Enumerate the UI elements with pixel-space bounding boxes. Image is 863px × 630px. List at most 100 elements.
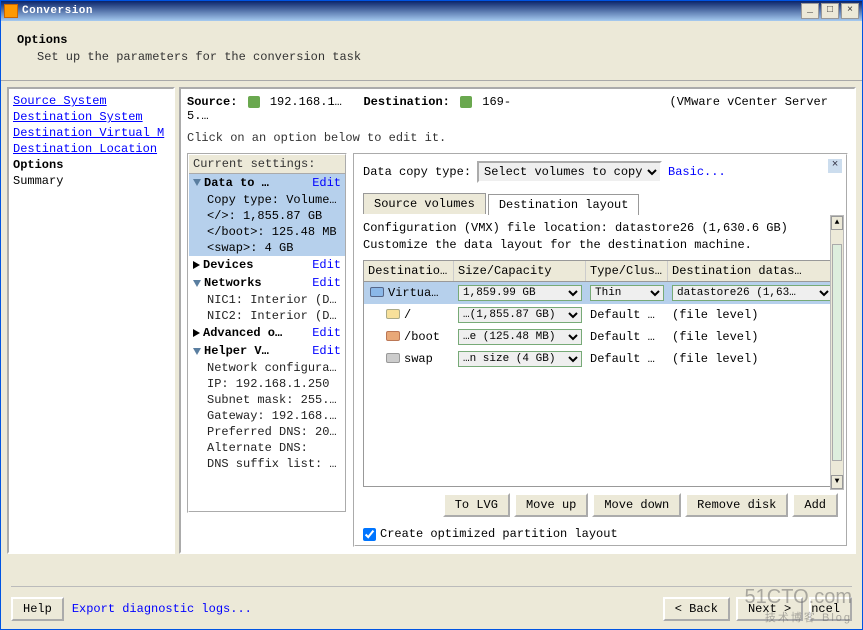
chevron-down-icon	[193, 179, 201, 186]
titlebar: Conversion _ □ ×	[1, 1, 862, 21]
cell-size: …n size (4 GB)	[454, 351, 586, 367]
cancel-button[interactable]: ncel	[809, 597, 852, 621]
window-buttons: _ □ ×	[801, 3, 859, 19]
remove-disk-button[interactable]: Remove disk	[685, 493, 788, 517]
nav-destination-vm[interactable]: Destination Virtual M	[13, 125, 169, 141]
scroll-thumb[interactable]	[832, 244, 842, 461]
destination-label: Destination:	[363, 95, 449, 109]
wizard-nav: Source System Destination System Destina…	[7, 87, 175, 554]
window-title: Conversion	[22, 5, 801, 17]
size-select[interactable]: …e (125.48 MB)	[458, 329, 582, 345]
datastore-select[interactable]: datastore26 (1,63…	[672, 285, 833, 301]
table-row[interactable]: Virtua… 1,859.99 GB Thin datastore26 (1,63…	[364, 282, 837, 304]
back-button[interactable]: < Back	[663, 597, 730, 621]
vertical-scrollbar[interactable]: ▲ ▼	[830, 215, 844, 490]
basic-link[interactable]: Basic...	[668, 165, 726, 179]
page-title: Options	[17, 33, 846, 47]
customize-note: Customize the data layout for the destin…	[363, 237, 838, 254]
panes: Current settings: Data to … Edit Copy ty…	[187, 153, 848, 547]
nic2: NIC2: Interior (D…	[189, 308, 345, 324]
window: Conversion _ □ × Options Set up the para…	[0, 0, 863, 630]
right-pane: Source: 192.168.1… Destination: 169- (VM…	[179, 87, 856, 554]
settings-header: Current settings:	[189, 155, 345, 174]
data-copy-type-select[interactable]: Select volumes to copy	[477, 161, 662, 183]
dct-label: Data copy type:	[363, 165, 471, 179]
app-icon	[4, 4, 18, 18]
table-row[interactable]: swap…n size (4 GB)Default …(file level)	[364, 348, 837, 370]
detail-panel: × Data copy type: Select volumes to copy…	[353, 153, 848, 547]
edit-data-to[interactable]: Edit	[312, 176, 341, 190]
nav-destination-location[interactable]: Destination Location	[13, 141, 169, 157]
optimized-label: Create optimized partition layout	[380, 527, 618, 541]
copy-type: Copy type: Volume…	[189, 192, 345, 208]
nav-current: Options	[13, 157, 169, 173]
nav-destination-system[interactable]: Destination System	[13, 109, 169, 125]
to-lvg-button[interactable]: To LVG	[443, 493, 510, 517]
grid-header: Destinatio… Size/Capacity Type/Clus… Des…	[364, 261, 837, 282]
help-button[interactable]: Help	[11, 597, 64, 621]
cell-name: Virtua…	[364, 286, 454, 300]
disk-icon	[386, 331, 400, 341]
cell-size: 1,859.99 GB	[454, 285, 586, 301]
cell-datastore: (file level)	[668, 308, 837, 322]
vmx-location: Configuration (VMX) file location: datas…	[363, 220, 838, 237]
cell-type: Thin	[586, 285, 668, 301]
data-copy-type-row: Data copy type: Select volumes to copy B…	[355, 155, 846, 189]
move-down-button[interactable]: Move down	[592, 493, 681, 517]
close-button[interactable]: ×	[841, 3, 859, 19]
close-panel-icon[interactable]: ×	[828, 159, 842, 173]
size-select[interactable]: …n size (4 GB)	[458, 351, 582, 367]
type-select[interactable]: Thin	[590, 285, 664, 301]
nic1: NIC1: Interior (D…	[189, 292, 345, 308]
edit-advanced[interactable]: Edit	[312, 326, 341, 340]
cell-datastore: (file level)	[668, 330, 837, 344]
table-row[interactable]: / …(1,855.87 GB) Default …(file level)	[364, 304, 837, 326]
col-destination[interactable]: Destinatio…	[364, 261, 454, 281]
col-size[interactable]: Size/Capacity	[454, 261, 586, 281]
scroll-up-icon[interactable]: ▲	[831, 216, 843, 230]
layout-tabs: Source volumes Destination layout	[355, 193, 846, 214]
scroll-down-icon[interactable]: ▼	[831, 475, 843, 489]
chevron-right-icon	[193, 261, 200, 269]
edit-devices[interactable]: Edit	[312, 258, 341, 272]
add-button[interactable]: Add	[792, 493, 838, 517]
nav-source-system[interactable]: Source System	[13, 93, 169, 109]
export-logs-link[interactable]: Export diagnostic logs...	[72, 602, 252, 616]
size-select[interactable]: …(1,855.87 GB)	[458, 307, 582, 323]
cell-size: …e (125.48 MB)	[454, 329, 586, 345]
size-select[interactable]: 1,859.99 GB	[458, 285, 582, 301]
disk-icon	[370, 287, 384, 297]
table-row[interactable]: /boot…e (125.48 MB)Default …(file level)	[364, 326, 837, 348]
tree-networks[interactable]: Networks Edit	[189, 274, 345, 292]
instruction: Click on an option below to edit it.	[187, 125, 848, 153]
tree-devices[interactable]: Devices Edit	[189, 256, 345, 274]
maximize-button[interactable]: □	[821, 3, 839, 19]
cell-name: /boot	[364, 330, 454, 344]
source-value: 192.168.1…	[270, 95, 342, 109]
chevron-down-icon	[193, 280, 201, 287]
next-button[interactable]: Next >	[736, 597, 803, 621]
tab-destination-layout[interactable]: Destination layout	[488, 194, 640, 215]
optimized-checkbox[interactable]	[363, 528, 376, 541]
vol-root: </>: 1,855.87 GB	[189, 208, 345, 224]
tree-data-to[interactable]: Data to … Edit	[189, 174, 345, 192]
tree-helper[interactable]: Helper V… Edit	[189, 342, 345, 360]
col-type[interactable]: Type/Clus…	[586, 261, 668, 281]
vol-swap: <swap>: 4 GB	[189, 240, 345, 256]
vol-boot: </boot>: 125.48 MB	[189, 224, 345, 240]
edit-helper[interactable]: Edit	[312, 344, 341, 358]
helper-line: Network configura…	[189, 360, 345, 376]
tab-source-volumes[interactable]: Source volumes	[363, 193, 486, 214]
cell-name: /	[364, 308, 454, 322]
destination-value: 169-	[482, 95, 511, 109]
minimize-button[interactable]: _	[801, 3, 819, 19]
cell-size: …(1,855.87 GB)	[454, 307, 586, 323]
tree-advanced[interactable]: Advanced o… Edit	[189, 324, 345, 342]
col-datastore[interactable]: Destination datas…	[668, 261, 837, 281]
cell-type: Default …	[586, 352, 668, 366]
helper-line: DNS suffix list: …	[189, 456, 345, 472]
destination-icon	[460, 96, 472, 108]
cell-type: Default …	[586, 308, 668, 322]
move-up-button[interactable]: Move up	[514, 493, 588, 517]
edit-networks[interactable]: Edit	[312, 276, 341, 290]
